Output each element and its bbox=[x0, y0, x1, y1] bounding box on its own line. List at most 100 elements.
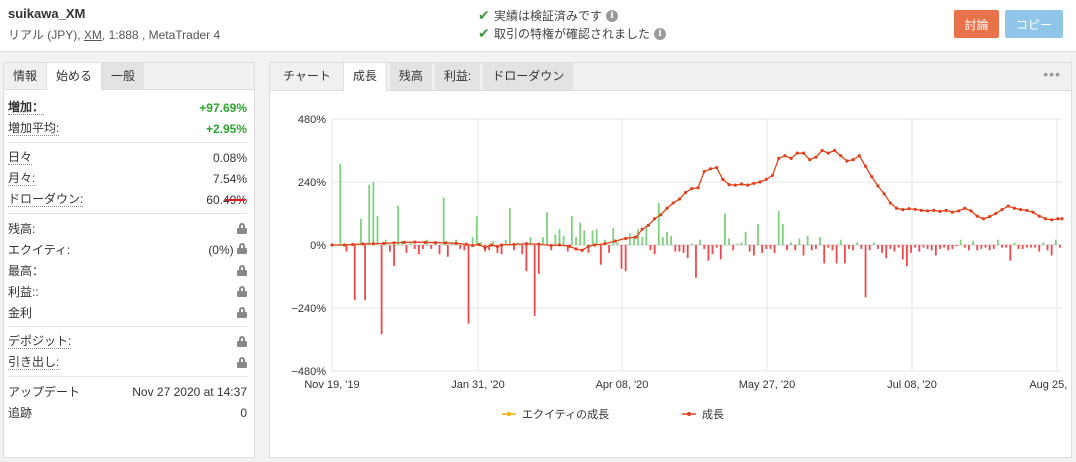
bar-negative bbox=[748, 245, 751, 252]
bar-negative bbox=[852, 245, 855, 251]
growth-point bbox=[549, 243, 553, 248]
growth-point bbox=[1060, 217, 1064, 221]
x-tick-label: May 27, '20 bbox=[739, 379, 796, 391]
growth-point bbox=[1012, 206, 1017, 210]
stats-panel: 情報 始める 一般 増加： +97.69% 増加平均: +2.95% 日々 0.… bbox=[3, 62, 255, 458]
bar-negative bbox=[848, 245, 850, 249]
copy-button[interactable]: コピー bbox=[1005, 10, 1063, 38]
growth-point bbox=[764, 177, 768, 181]
bar-negative bbox=[525, 245, 528, 272]
tab-start[interactable]: 始める bbox=[46, 63, 103, 90]
lock-icon bbox=[237, 307, 247, 318]
info-icon[interactable]: i bbox=[654, 27, 667, 40]
bar-positive bbox=[777, 210, 780, 245]
bar-negative bbox=[934, 245, 937, 256]
bar-positive bbox=[397, 205, 400, 245]
bar-negative bbox=[860, 245, 863, 249]
bar-negative bbox=[947, 245, 950, 251]
monthly-value: 7.54% bbox=[212, 171, 247, 186]
bar-negative bbox=[910, 245, 912, 253]
bar-negative bbox=[345, 245, 348, 252]
info-icon[interactable]: i bbox=[606, 9, 619, 22]
growth-point bbox=[820, 148, 824, 153]
discuss-button[interactable]: 討論 bbox=[954, 10, 999, 38]
growth-point bbox=[580, 248, 584, 252]
tab-growth[interactable]: 成長 bbox=[342, 63, 387, 91]
growth-point bbox=[963, 206, 967, 210]
abs-gain-label: 増加平均: bbox=[8, 121, 60, 136]
growth-point bbox=[863, 164, 868, 168]
bar-negative bbox=[984, 245, 987, 248]
bar-negative bbox=[901, 245, 904, 260]
growth-point bbox=[969, 209, 973, 213]
bar-negative bbox=[608, 245, 611, 253]
bar-negative bbox=[930, 245, 933, 251]
bar-positive bbox=[360, 218, 362, 245]
bar-positive bbox=[558, 229, 561, 245]
growth-point bbox=[444, 241, 448, 245]
bar-positive bbox=[645, 225, 648, 245]
growth-point bbox=[483, 246, 487, 250]
tab-general[interactable]: 一般 bbox=[102, 63, 145, 89]
growth-point bbox=[870, 175, 874, 179]
bar-negative bbox=[703, 245, 706, 249]
bar-positive bbox=[690, 243, 693, 245]
bar-positive bbox=[856, 242, 859, 245]
tab-balance[interactable]: 残高 bbox=[389, 63, 432, 90]
bar-negative bbox=[446, 245, 449, 257]
bar-positive bbox=[641, 237, 644, 245]
account-header: suikawa_XM リアル (JPY), XM, 1:888 , MetaTr… bbox=[0, 0, 1076, 52]
tab-drawdown[interactable]: ドローダウン bbox=[483, 63, 574, 90]
bar-negative bbox=[682, 245, 685, 253]
more-options-icon[interactable]: ••• bbox=[1043, 66, 1061, 82]
bar-negative bbox=[707, 245, 710, 261]
growth-point bbox=[857, 154, 861, 158]
bar-negative bbox=[389, 245, 391, 252]
bar-positive bbox=[757, 224, 759, 245]
bar-positive bbox=[699, 239, 702, 245]
bar-negative bbox=[988, 245, 991, 251]
growth-point bbox=[433, 241, 437, 245]
stat-profit: 利益:: bbox=[8, 281, 247, 302]
daily-value: 0.08% bbox=[212, 150, 247, 165]
tab-profit[interactable]: 利益: bbox=[434, 63, 481, 90]
growth-chart[interactable]: 480% 240% 0% −240% −480%Nov 19, '19 Jan 31, '… bbox=[270, 91, 1071, 457]
x-tick-label: Jul 08, '20 bbox=[887, 379, 937, 391]
bar-negative bbox=[897, 245, 900, 248]
equity-value-group: (0%) bbox=[208, 242, 247, 257]
growth-point bbox=[330, 243, 334, 247]
tab-chart[interactable]: チャート bbox=[274, 63, 340, 90]
growth-point bbox=[944, 208, 948, 212]
growth-point bbox=[613, 239, 617, 243]
broker-link[interactable]: XM bbox=[84, 28, 102, 42]
growth-point bbox=[677, 197, 682, 201]
growth-point bbox=[919, 208, 923, 212]
bar-negative bbox=[881, 245, 883, 253]
growth-point bbox=[913, 207, 917, 211]
updated-label: アップデート bbox=[8, 384, 81, 399]
growth-point bbox=[770, 173, 775, 178]
bar-negative bbox=[761, 245, 764, 253]
bar-negative bbox=[810, 245, 813, 251]
growth-point bbox=[975, 214, 979, 218]
bar-negative bbox=[864, 245, 867, 298]
bar-negative bbox=[992, 245, 995, 249]
bar-negative bbox=[769, 245, 772, 249]
growth-point bbox=[925, 209, 930, 213]
bar-negative bbox=[1017, 245, 1020, 249]
bar-positive bbox=[972, 241, 974, 245]
stat-equity: エクイティ: (0%) bbox=[8, 239, 247, 260]
legend-growth-marker bbox=[687, 412, 691, 416]
lock-icon bbox=[237, 242, 247, 254]
profit-label: 利益:: bbox=[8, 284, 39, 299]
trading-privileges-verified: ✔ 取引の特権が確認されました i bbox=[478, 25, 667, 42]
daily-label: 日々 bbox=[8, 150, 33, 165]
growth-point bbox=[489, 243, 493, 247]
tab-info[interactable]: 情報 bbox=[4, 63, 46, 89]
y-tick-label: −480% bbox=[291, 366, 326, 378]
growth-point bbox=[1025, 208, 1029, 212]
growth-point bbox=[932, 208, 936, 212]
growth-point bbox=[702, 169, 706, 174]
bar-positive bbox=[475, 216, 478, 245]
bar-positive bbox=[376, 216, 379, 245]
